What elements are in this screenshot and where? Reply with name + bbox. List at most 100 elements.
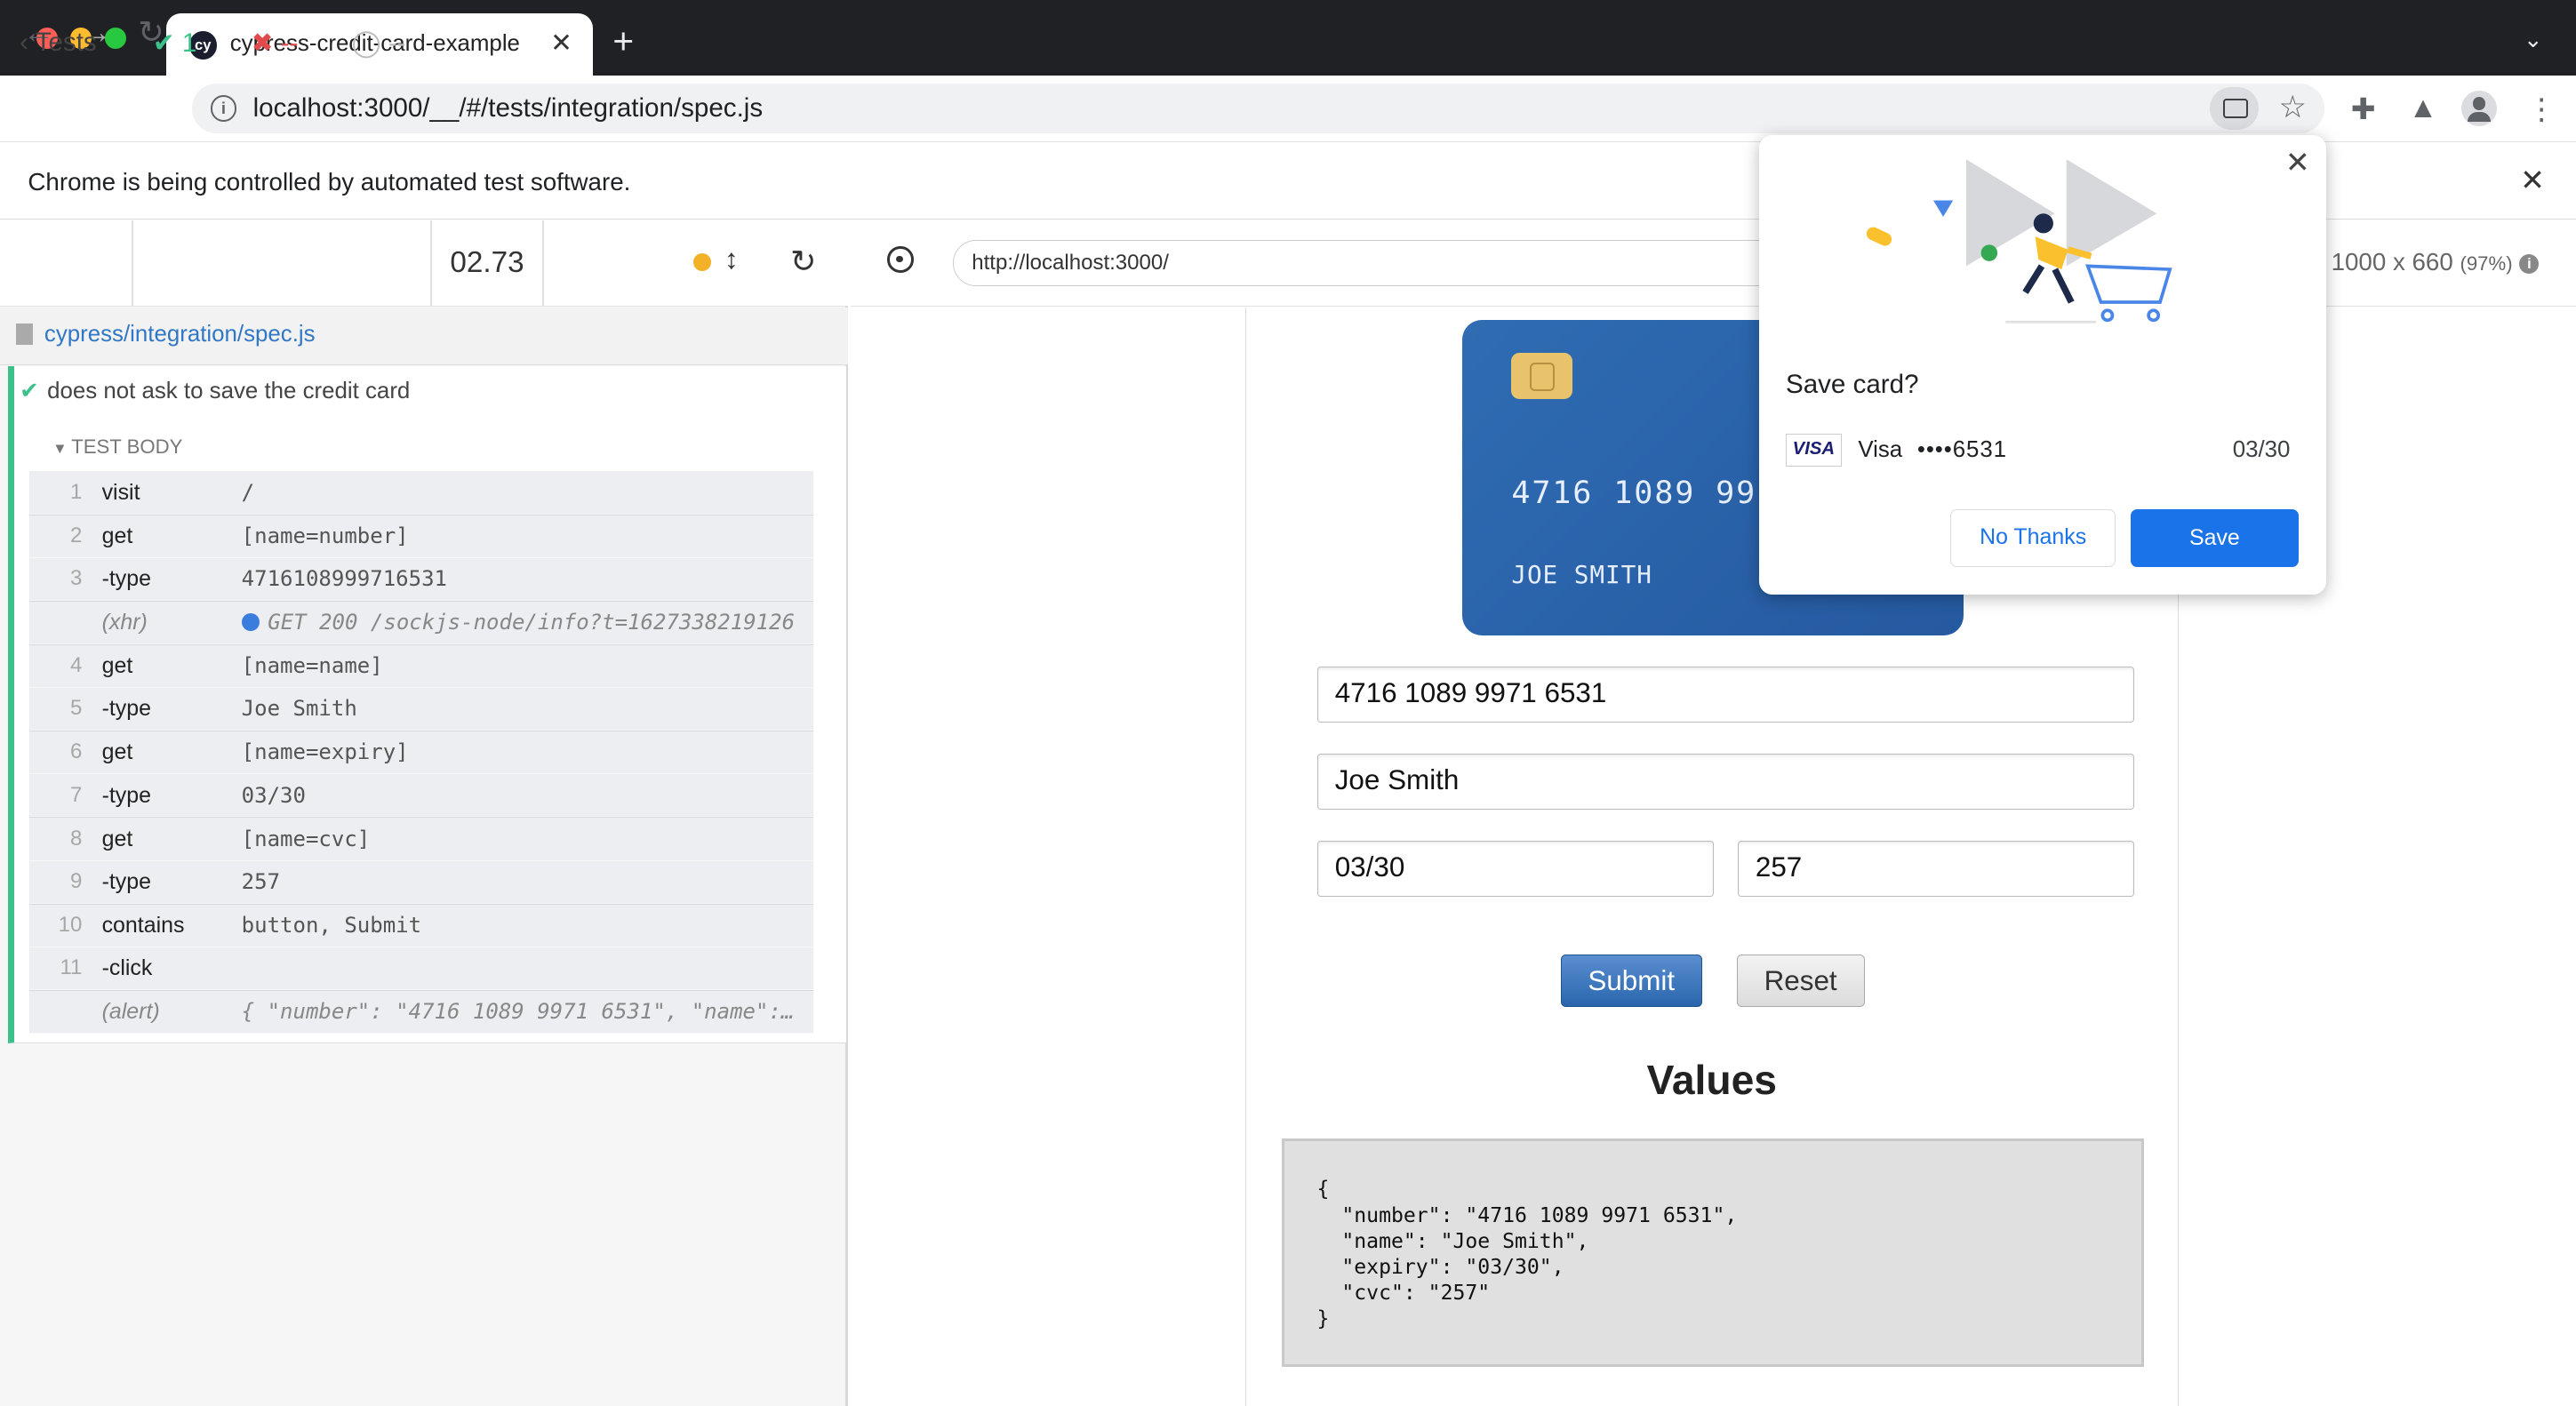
visa-logo-icon: VISA xyxy=(1785,433,1842,467)
values-heading: Values xyxy=(1646,1057,1777,1104)
save-card-dialog: ✕ Save card? VISA Visa ••••6531 03/30 No… xyxy=(1759,134,2327,595)
submit-button[interactable]: Submit xyxy=(1560,954,1702,1007)
command-row[interactable]: (alert) { "number": "4716 1089 9971 6531"… xyxy=(29,989,813,1035)
command-number: 9 xyxy=(70,868,83,893)
running-status-icon xyxy=(692,252,712,271)
card-cvc-input[interactable]: 257 xyxy=(1738,841,2134,898)
dialog-title: Save card? xyxy=(1785,369,1919,399)
command-row[interactable]: 8 get [name=cvc] xyxy=(29,817,813,861)
aut-url-bar: http://localhost:3000/ xyxy=(952,239,1873,286)
command-number: 6 xyxy=(70,739,83,764)
close-infobar-icon[interactable]: ✕ xyxy=(2520,163,2545,198)
card-name-input[interactable]: Joe Smith xyxy=(1317,754,2134,811)
passed-count[interactable]: ✔ 1 xyxy=(153,28,196,59)
pending-value: -- xyxy=(388,28,406,59)
command-name: get xyxy=(101,826,133,851)
x-icon: ✖ xyxy=(251,28,281,59)
command-arg: GET 200 /sockjs-node/info?t=162733821912… xyxy=(241,610,796,635)
command-row[interactable]: 11 -click xyxy=(29,947,813,990)
command-arg: [name=cvc] xyxy=(241,826,371,851)
rerun-icon[interactable]: ↻ xyxy=(790,244,816,280)
close-tab-icon[interactable]: ✕ xyxy=(550,28,572,59)
test-title[interactable]: ✔ does not ask to save the credit card xyxy=(20,378,410,404)
bookmark-star-icon[interactable]: ☆ xyxy=(2278,89,2306,125)
command-name: -type xyxy=(101,696,152,722)
save-button[interactable]: Save xyxy=(2131,508,2299,567)
command-arg: / xyxy=(241,479,255,505)
command-name: visit xyxy=(101,479,140,505)
command-number: 2 xyxy=(70,523,83,547)
caret-down-icon: ▼ xyxy=(52,439,72,457)
extensions-puzzle-icon[interactable]: ✚ xyxy=(2351,92,2376,127)
command-name: -type xyxy=(101,782,152,808)
command-number: 8 xyxy=(70,826,83,851)
command-row[interactable]: (xhr) GET 200 /sockjs-node/info?t=1627338… xyxy=(29,600,813,644)
viewport-info[interactable]: 1000 x 660 (97%) i xyxy=(2332,248,2540,276)
command-name: (xhr) xyxy=(101,610,148,635)
viewport-scale: (97%) xyxy=(2460,252,2513,276)
command-name: -click xyxy=(101,955,153,981)
command-row[interactable]: 4 get [name=name] xyxy=(29,643,813,689)
command-row[interactable]: 7 -type 03/30 xyxy=(29,774,813,818)
spec-path-link[interactable]: cypress/integration/spec.js xyxy=(44,322,316,348)
command-name: -type xyxy=(101,565,152,591)
command-name: get xyxy=(101,739,133,765)
divider xyxy=(430,220,433,306)
credit-card-icon[interactable] xyxy=(2209,86,2260,130)
command-arg: [name=expiry] xyxy=(241,739,409,765)
command-arg: 257 xyxy=(241,868,281,894)
close-dialog-icon[interactable]: ✕ xyxy=(2285,145,2310,180)
selector-playground-icon[interactable] xyxy=(887,246,914,273)
command-name: (alert) xyxy=(101,999,160,1025)
reset-button[interactable]: Reset xyxy=(1736,954,1865,1007)
card-expiry-input[interactable]: 03/30 xyxy=(1317,841,1714,898)
values-json: { "number": "4716 1089 9971 6531", "name… xyxy=(1316,1178,1738,1331)
chevron-left-icon: ‹ xyxy=(20,28,36,58)
command-arg: { "number": "4716 1089 9971 6531", "name… xyxy=(241,999,795,1025)
xhr-text: GET 200 /sockjs-node/info?t=162733821912… xyxy=(268,610,796,635)
labs-flask-icon[interactable]: ▲ xyxy=(2408,92,2437,125)
command-row[interactable]: 9 -type 257 xyxy=(29,860,813,904)
infobar-message: Chrome is being controlled by automated … xyxy=(28,167,631,196)
failed-count[interactable]: ✖ -- xyxy=(252,28,299,59)
command-row[interactable]: 5 -type Joe Smith xyxy=(29,688,813,731)
card-number-input[interactable]: 4716 1089 9971 6531 xyxy=(1317,667,2134,723)
tests-button[interactable]: ‹ Tests xyxy=(20,28,97,58)
command-row[interactable]: 2 get [name=number] xyxy=(29,514,813,558)
passed-value: 1 xyxy=(181,28,197,59)
pending-count[interactable]: ◯ -- xyxy=(352,28,406,59)
command-row[interactable]: 10 contains button, Submit xyxy=(29,903,813,947)
values-output: { "number": "4716 1089 9971 6531", "name… xyxy=(1281,1138,2144,1367)
command-row[interactable]: 1 visit / xyxy=(29,471,813,515)
no-thanks-button[interactable]: No Thanks xyxy=(1949,508,2116,567)
card-brand-name: Visa xyxy=(1858,436,1903,462)
auto-scroll-icon[interactable]: ↕ xyxy=(724,244,739,276)
command-arg: [name=number] xyxy=(241,523,409,548)
command-row[interactable]: 6 get [name=expiry] xyxy=(29,731,813,775)
command-number: 1 xyxy=(70,479,83,504)
tests-label: Tests xyxy=(35,28,97,58)
command-arg: [name=name] xyxy=(241,653,383,679)
divider xyxy=(131,220,133,306)
new-tab-icon[interactable]: + xyxy=(612,23,634,60)
viewport-size: 1000 x 660 xyxy=(2331,248,2453,276)
divider xyxy=(541,220,544,306)
spec-bar: cypress/integration/spec.js xyxy=(0,307,848,366)
check-icon: ✔ xyxy=(20,379,39,404)
card-masked-number: ••••6531 xyxy=(1916,436,2007,462)
failed-value: -- xyxy=(280,28,299,59)
command-name: -type xyxy=(101,868,152,894)
info-icon: i xyxy=(2519,254,2540,275)
more-menu-icon[interactable]: ⋮ xyxy=(2527,92,2556,127)
command-name: get xyxy=(101,523,133,548)
command-arg: 4716108999716531 xyxy=(241,565,448,591)
card-chip-icon xyxy=(1511,353,1572,400)
aut-url: http://localhost:3000/ xyxy=(972,250,1169,275)
chevron-down-icon[interactable]: ⌄ xyxy=(2524,27,2543,53)
command-row[interactable]: 3 -type 4716108999716531 xyxy=(29,557,813,601)
command-number: 3 xyxy=(70,565,83,590)
address-bar[interactable]: i localhost:3000/__/#/tests/integration/… xyxy=(192,84,2325,133)
command-number: 7 xyxy=(70,782,83,807)
site-info-icon[interactable]: i xyxy=(210,95,237,123)
test-body-toggle[interactable]: ▼ TEST BODY xyxy=(52,435,182,459)
